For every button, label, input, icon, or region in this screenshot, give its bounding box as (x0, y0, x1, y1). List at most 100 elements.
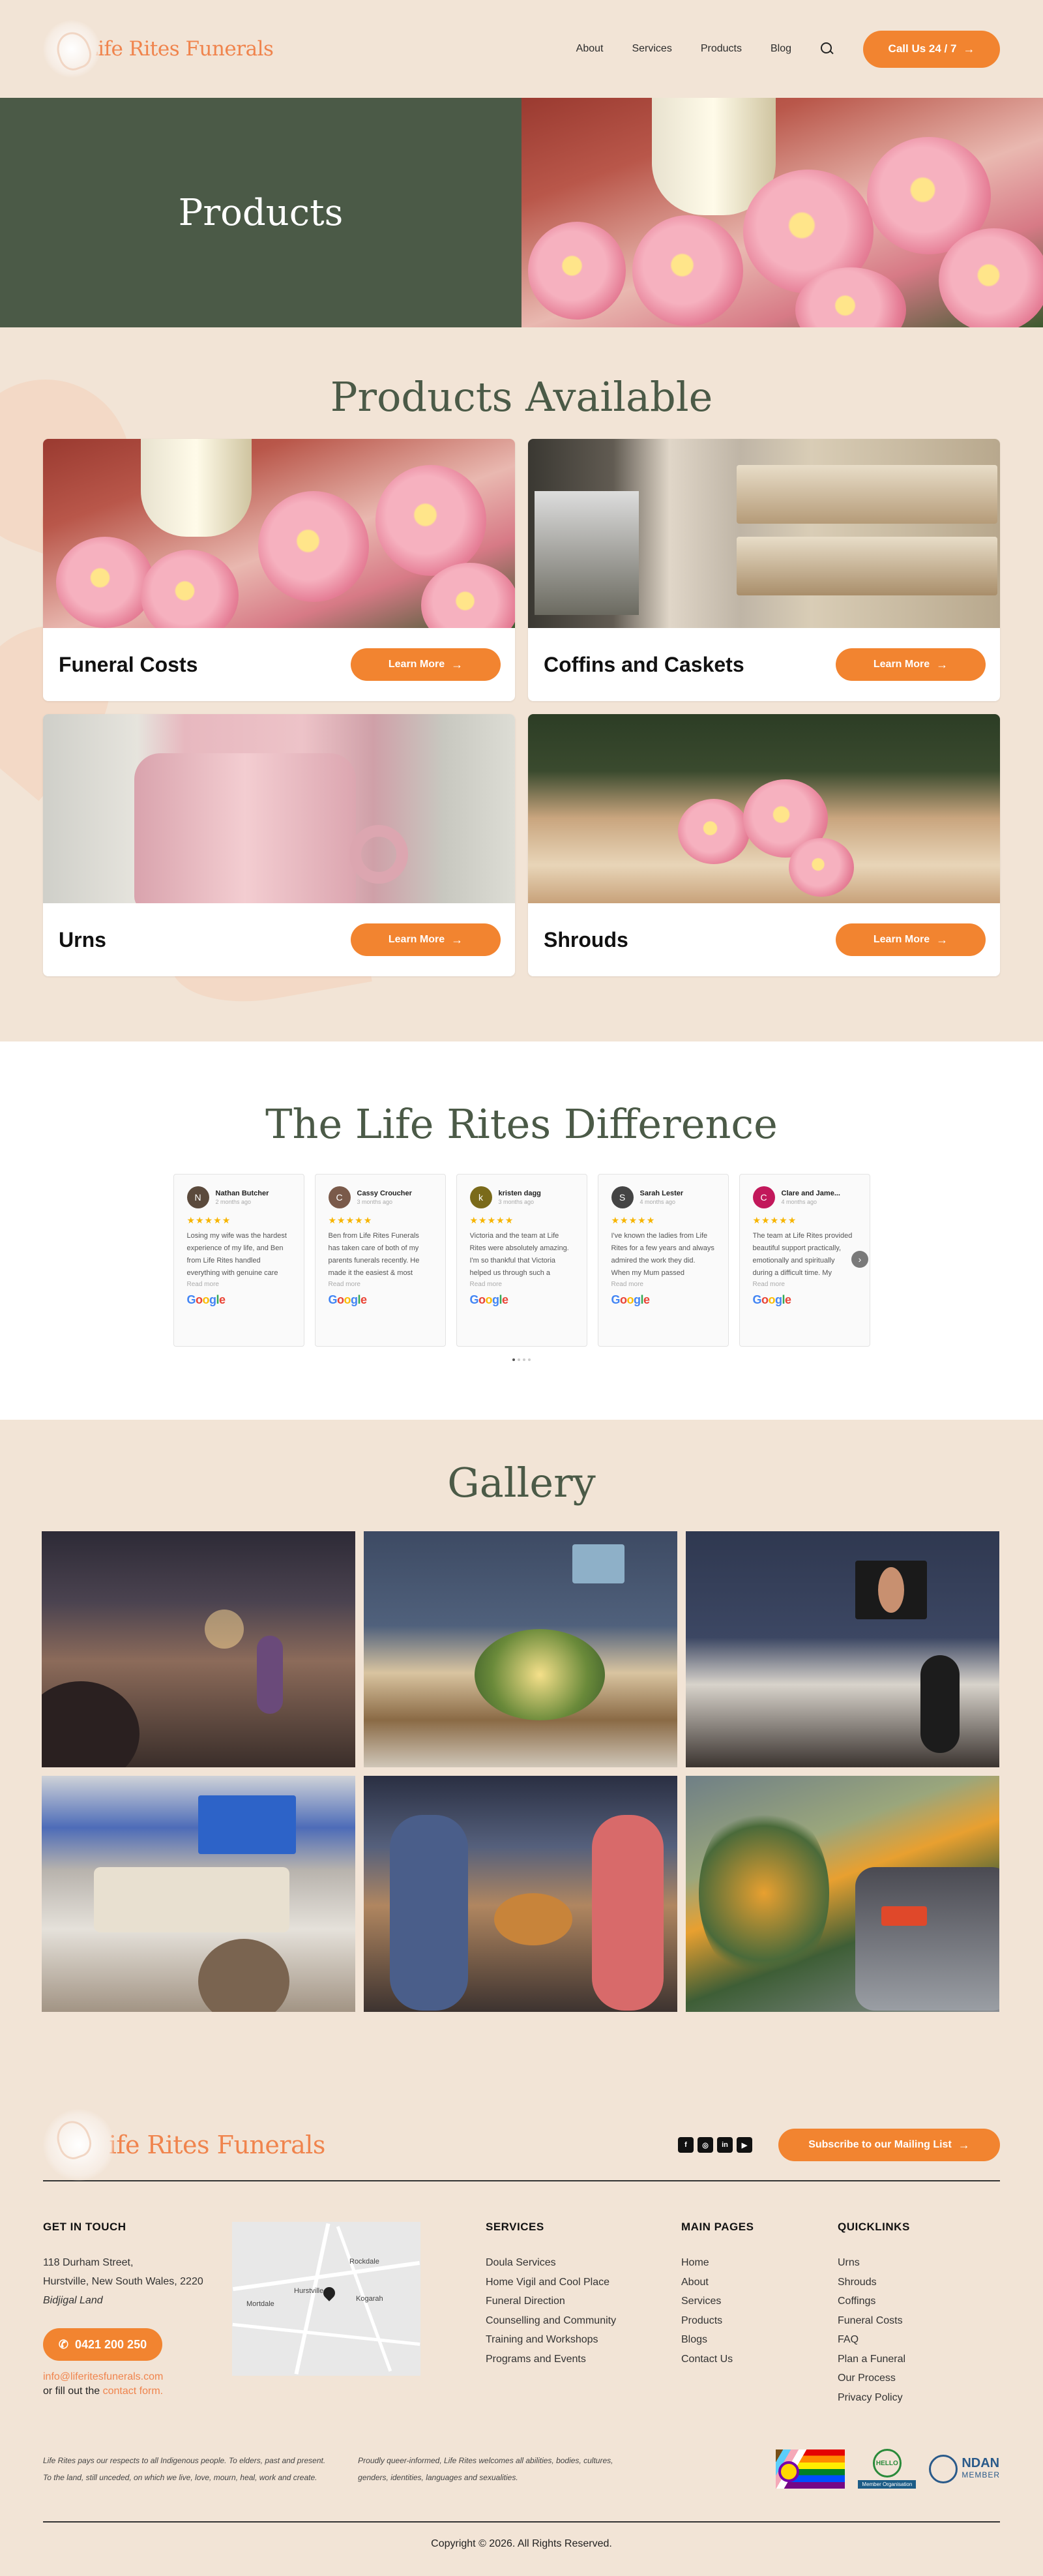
footer-heading: SERVICES (486, 2221, 544, 2233)
address-land: Bidjigal Land (43, 2295, 103, 2306)
carousel-next-icon[interactable]: › (851, 1251, 868, 1268)
google-logo: Google (469, 1293, 509, 1306)
learn-more-button[interactable]: Learn More → (836, 923, 986, 956)
footer-link[interactable]: Coffings (838, 2292, 968, 2311)
copyright: Copyright © 2026. All Rights Reserved. (431, 2538, 612, 2549)
email-link[interactable]: info@liferitesfunerals.com (43, 2371, 232, 2383)
reviews-title: The Life Rites Difference (265, 1100, 778, 1148)
nav-services[interactable]: Services (632, 43, 671, 55)
arrow-right-icon: → (936, 657, 948, 671)
social-links: f ◎ in ▶ (678, 2137, 752, 2153)
learn-more-button[interactable]: Learn More → (351, 923, 501, 956)
footer-link[interactable]: About (681, 2273, 838, 2292)
product-image-funeral-costs (43, 439, 515, 628)
footer-link[interactable]: Urns (838, 2253, 968, 2273)
carousel-dot[interactable] (523, 1358, 525, 1361)
footer-link[interactable]: Home Vigil and Cool Place (486, 2273, 681, 2292)
carousel-dot[interactable] (518, 1358, 520, 1361)
footer-link[interactable]: Programs and Events (486, 2350, 681, 2369)
footer-link[interactable]: Contact Us (681, 2350, 838, 2369)
footer-link[interactable]: Plan a Funeral (838, 2350, 968, 2369)
carousel-dot[interactable] (512, 1358, 515, 1361)
footer-link[interactable]: Home (681, 2253, 838, 2273)
footer-link[interactable]: Blogs (681, 2330, 838, 2350)
footer-link[interactable]: Privacy Policy (838, 2388, 968, 2408)
footer-columns: GET IN TOUCH 118 Durham Street, Hurstvil… (43, 2221, 1000, 2436)
avatar: N (186, 1186, 209, 1208)
read-more-link[interactable]: Read more (187, 1281, 291, 1288)
review-date: 3 months ago (498, 1199, 535, 1205)
review-card[interactable]: C Clare and Jame... 4 months ago ★★★★★ T… (739, 1174, 870, 1347)
learn-more-label: Learn More (388, 934, 445, 945)
footer-link[interactable]: Counselling and Community (486, 2311, 681, 2331)
product-card-funeral-costs: Funeral Costs Learn More → (43, 439, 515, 701)
footer-link[interactable]: Shrouds (838, 2273, 968, 2292)
membership-badges: HELLO Member Organisation NDAN MEMBER (776, 2449, 1000, 2489)
learn-more-button[interactable]: Learn More → (836, 648, 986, 681)
instagram-icon[interactable]: ◎ (698, 2137, 713, 2153)
google-logo: Google (186, 1293, 226, 1306)
review-text: The team at Life Rites provided beautifu… (752, 1232, 853, 1277)
gallery-photo[interactable] (686, 1776, 999, 2012)
phone-button[interactable]: ✆ 0421 200 250 (43, 2328, 162, 2361)
review-text: Victoria and the team at Life Rites were… (469, 1232, 569, 1277)
linkedin-icon[interactable]: in (717, 2137, 733, 2153)
reviewer-name: Sarah Lester (639, 1190, 684, 1197)
footer-link[interactable]: FAQ (838, 2330, 968, 2350)
nav-blog[interactable]: Blog (771, 43, 791, 55)
map-label: Kogarah (356, 2295, 383, 2303)
learn-more-button[interactable]: Learn More → (351, 648, 501, 681)
read-more-link[interactable]: Read more (611, 1281, 715, 1288)
youtube-icon[interactable]: ▶ (737, 2137, 752, 2153)
footer-logo[interactable]: Life Rites Funerals (43, 2109, 325, 2181)
footer-services: SERVICES Doula Services Home Vigil and C… (486, 2221, 681, 2436)
footer-link[interactable]: Services (681, 2292, 838, 2311)
footer-link[interactable]: Products (681, 2311, 838, 2331)
review-card[interactable]: S Sarah Lester 4 months ago ★★★★★ I've k… (597, 1174, 729, 1347)
hello-logo-icon: HELLO (872, 2449, 902, 2478)
carousel-dot[interactable] (528, 1358, 531, 1361)
gallery-photo[interactable] (686, 1531, 999, 1767)
search-icon[interactable] (820, 42, 834, 56)
footer-legal: Life Rites pays our respects to all Indi… (43, 2449, 1000, 2523)
call-button[interactable]: Call Us 24 / 7 → (863, 30, 1000, 68)
footer-link[interactable]: Funeral Costs (838, 2311, 968, 2331)
nav-products[interactable]: Products (701, 43, 742, 55)
footer-link[interactable]: Our Process (838, 2369, 968, 2388)
hero-banner: Products (0, 98, 1043, 327)
review-card[interactable]: N Nathan Butcher 2 months ago ★★★★★ Losi… (173, 1174, 304, 1347)
gallery-photo[interactable] (364, 1776, 677, 2012)
footer-link[interactable]: Funeral Direction (486, 2292, 681, 2311)
footer-main-pages: MAIN PAGES Home About Services Products … (681, 2221, 838, 2436)
site-logo[interactable]: Life Rites Funerals (43, 20, 274, 78)
subscribe-button[interactable]: Subscribe to our Mailing List → (778, 2129, 1000, 2161)
read-more-link[interactable]: Read more (753, 1281, 857, 1288)
gallery-photo[interactable] (42, 1531, 355, 1767)
address: 118 Durham Street, Hurstville, New South… (43, 2253, 232, 2310)
gallery-photo[interactable] (42, 1776, 355, 2012)
avatar: k (469, 1186, 492, 1208)
location-map[interactable]: Rockdale Kogarah Hurstville Mortdale (232, 2222, 420, 2376)
arrow-right-icon: → (451, 657, 463, 671)
review-date: 4 months ago (781, 1199, 817, 1205)
read-more-link[interactable]: Read more (329, 1281, 432, 1288)
footer-heading: QUICKLINKS (838, 2221, 910, 2233)
read-more-link[interactable]: Read more (470, 1281, 574, 1288)
logo-text: Life Rites Funerals (85, 37, 274, 61)
review-text: Ben from Life Rites Funerals has taken c… (328, 1232, 420, 1277)
arrow-right-icon: → (958, 2138, 970, 2151)
reviews-section: The Life Rites Difference N Nathan Butch… (0, 1041, 1043, 1420)
contact-form-link[interactable]: contact form. (103, 2386, 163, 2397)
phone-number: 0421 200 250 (74, 2337, 147, 2351)
footer-link[interactable]: Training and Workshops (486, 2330, 681, 2350)
facebook-icon[interactable]: f (678, 2137, 694, 2153)
gallery-title: Gallery (447, 1459, 596, 1506)
footer-link[interactable]: Doula Services (486, 2253, 681, 2273)
product-card-footer: Coffins and Caskets Learn More → (528, 628, 1000, 701)
nav-about[interactable]: About (576, 43, 604, 55)
review-card[interactable]: C Cassy Croucher 3 months ago ★★★★★ Ben … (314, 1174, 446, 1347)
learn-more-label: Learn More (873, 934, 930, 945)
review-card[interactable]: k kristen dagg 3 months ago ★★★★★ Victor… (456, 1174, 587, 1347)
gallery-photo[interactable] (364, 1531, 677, 1767)
map-label: Hurstville (294, 2287, 324, 2295)
